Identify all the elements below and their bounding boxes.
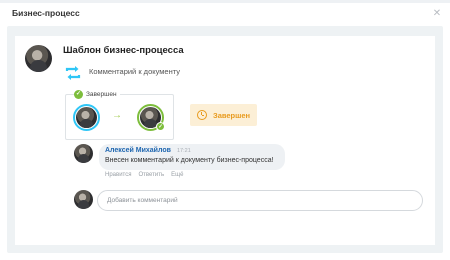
process-title: Шаблон бизнес-процесса [63,45,184,56]
status-label: Завершен [213,110,251,120]
add-comment-input[interactable] [97,190,423,211]
commenter-avatar[interactable] [74,144,93,163]
dialog-title: Бизнес-процесс [12,8,80,18]
reply-link[interactable]: Ответить [138,172,164,178]
like-link[interactable]: Нравится [105,172,131,178]
status-badge: Завершен [190,104,257,126]
author-avatar[interactable] [25,45,52,72]
done-check-icon: ✓ [156,122,165,131]
check-icon: ✓ [74,89,83,99]
workflow-label: Завершен [86,90,117,98]
task-name: Комментарий к документу [89,67,181,76]
workflow-header: ✓ Завершен [74,89,120,99]
refresh-icon [65,66,81,80]
clock-icon [197,110,207,120]
comment-time: 17:21 [177,148,191,154]
more-link[interactable]: Ещё [171,172,183,178]
current-user-avatar [74,190,93,209]
top-edge [0,0,450,3]
initiator-photo [76,107,97,128]
comment-text: Внесен комментарий к документу бизнес-пр… [105,157,274,164]
close-icon[interactable]: ✕ [431,8,443,20]
comment-actions: Нравится Ответить Ещё [105,172,183,178]
comment-author[interactable]: Алексей Михайлов [105,147,171,154]
arrow-icon: → [112,110,122,121]
initiator-avatar[interactable] [73,104,100,131]
